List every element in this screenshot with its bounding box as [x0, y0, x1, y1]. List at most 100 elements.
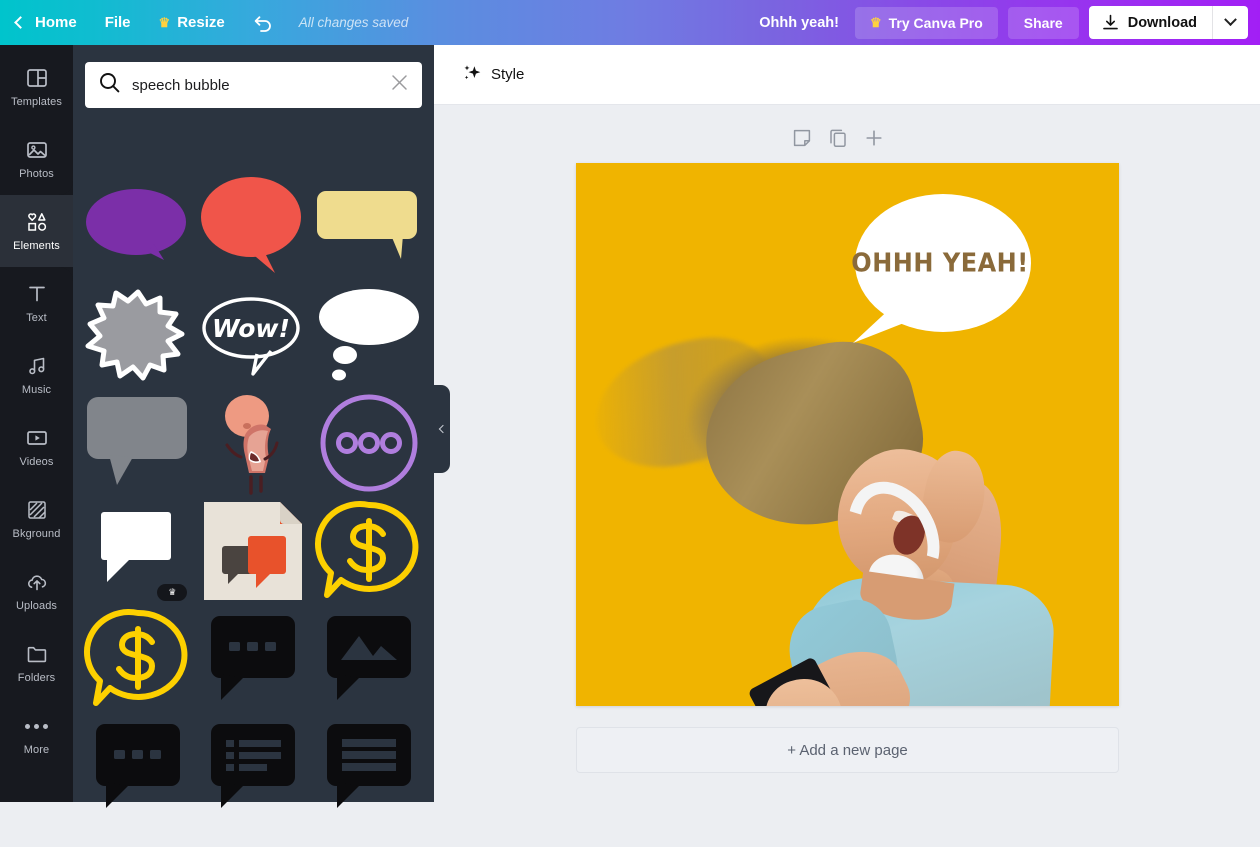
document-title[interactable]: Ohhh yeah! [759, 15, 839, 31]
chevron-left-icon [438, 424, 448, 434]
try-canva-pro-button[interactable]: ♛ Try Canva Pro [854, 6, 998, 39]
notes-icon[interactable] [792, 128, 812, 153]
share-button[interactable]: Share [1007, 6, 1079, 39]
element-yellow-dollar-speech-bubble[interactable] [314, 497, 422, 605]
sidebar-item-label: Folders [17, 672, 56, 684]
shapes-elements-icon [25, 210, 49, 234]
add-page-plus-icon[interactable] [864, 128, 884, 153]
sidebar-item-text[interactable]: Text [0, 267, 73, 339]
sidebar-item-label: Music [21, 384, 52, 396]
templates-grid-icon [25, 66, 49, 90]
download-arrow-icon [1102, 14, 1118, 30]
element-gray-starburst-speech-bubble[interactable] [85, 281, 191, 389]
save-status: All changes saved [298, 15, 409, 30]
elements-panel: Wow! ♛ speech bubble [73, 45, 434, 808]
sidebar-item-label: More [23, 744, 50, 756]
pro-label: Try Canva Pro [888, 14, 983, 31]
upload-cloud-icon [25, 570, 49, 594]
elements-results-grid[interactable]: Wow! ♛ [73, 155, 434, 847]
add-new-page-button[interactable]: + Add a new page [576, 727, 1119, 773]
sidebar-item-music[interactable]: Music [0, 339, 73, 411]
sidebar-item-more[interactable]: More [0, 699, 73, 771]
add-new-page-label: + Add a new page [787, 741, 908, 759]
search-input[interactable]: speech bubble [85, 62, 422, 108]
element-dark-image-chat-bubble[interactable] [316, 605, 422, 713]
search-input-value[interactable]: speech bubble [132, 77, 391, 94]
page-tools [434, 128, 1260, 153]
chevron-left-icon [14, 16, 27, 29]
element-red-round-bubble-partial[interactable] [85, 821, 191, 847]
top-toolbar-right: Ohhh yeah! ♛ Try Canva Pro Share Downloa… [759, 0, 1260, 45]
duplicate-page-icon[interactable] [828, 128, 848, 153]
top-toolbar: Home File ♛ Resize All changes saved Ohh… [0, 0, 1260, 45]
sidebar-item-elements[interactable]: Elements [0, 181, 73, 281]
element-dark-ellipsis-chat-bubble[interactable] [200, 605, 306, 713]
file-label: File [104, 14, 131, 31]
element-purple-circle-ellipsis-bubble[interactable] [316, 389, 422, 497]
element-dark-ellipsis-chat-bubble-2[interactable] [85, 713, 191, 821]
style-button[interactable]: Style [454, 57, 532, 93]
left-sidebar-rail: Templates Photos Elements Text Music Vid… [0, 45, 73, 802]
home-label: Home [35, 14, 77, 31]
element-wow-outline-speech-bubble[interactable]: Wow! [200, 281, 306, 389]
sidebar-item-videos[interactable]: Videos [0, 411, 73, 483]
download-group: Download [1088, 6, 1248, 39]
wow-label: Wow! [213, 314, 291, 343]
sidebar-item-label: Photos [19, 168, 54, 180]
text-t-icon [25, 282, 49, 306]
share-label: Share [1023, 14, 1063, 31]
download-options-button[interactable] [1212, 6, 1248, 39]
element-gray-rounded-speech-bubble[interactable] [85, 389, 191, 497]
design-page[interactable]: OHHH YEAH! [576, 163, 1119, 706]
chevron-down-icon [1224, 13, 1237, 27]
crown-icon: ♛ [158, 15, 171, 30]
crown-icon: ♛ [869, 15, 882, 30]
sidebar-item-folders[interactable]: Folders [0, 627, 73, 699]
element-bacon-character-illustration[interactable] [200, 389, 306, 497]
element-dark-list-chat-bubble[interactable] [200, 713, 306, 821]
search-icon [99, 72, 120, 98]
sidebar-item-label: Templates [10, 96, 63, 108]
element-yellow-rect-speech-bubble[interactable] [316, 173, 422, 281]
panel-collapse-handle[interactable] [434, 385, 450, 473]
clear-search-icon[interactable] [391, 74, 408, 96]
home-button[interactable]: Home [0, 0, 91, 45]
resize-label: Resize [177, 14, 225, 31]
sidebar-item-label: Bkground [12, 528, 61, 540]
resize-button[interactable]: ♛ Resize [145, 0, 239, 45]
video-play-icon [25, 426, 49, 450]
element-white-rect-bubble-partial[interactable] [200, 821, 306, 847]
object-toolbar: Style [434, 45, 1260, 105]
sidebar-item-label: Videos [19, 456, 54, 468]
pro-badge: ♛ [157, 584, 188, 601]
element-red-round-speech-bubble[interactable] [200, 173, 306, 281]
sparkle-magic-icon [462, 63, 482, 87]
photo-image-icon [25, 138, 49, 162]
element-dark-lines-chat-bubble[interactable] [316, 713, 422, 821]
sidebar-item-label: Text [26, 312, 47, 324]
element-purple-oval-speech-bubble[interactable] [85, 173, 191, 281]
search-bar-container: speech bubble [73, 45, 434, 108]
music-note-icon [25, 354, 49, 378]
undo-button[interactable] [239, 0, 287, 45]
file-menu-button[interactable]: File [91, 0, 145, 45]
ellipsis-icon [25, 714, 48, 738]
element-dark-bubble-partial[interactable] [316, 821, 422, 847]
top-toolbar-left: Home File ♛ Resize All changes saved [0, 0, 408, 45]
download-button[interactable]: Download [1089, 6, 1212, 39]
sidebar-item-label: Elements [13, 240, 60, 252]
sidebar-item-bkground[interactable]: Bkground [0, 483, 73, 555]
sidebar-item-templates[interactable]: Templates [0, 51, 73, 123]
canvas-area[interactable]: OHHH YEAH! + Add a new page [434, 105, 1260, 802]
element-white-square-speech-bubble[interactable]: ♛ [85, 497, 191, 605]
style-label: Style [491, 66, 525, 83]
element-yellow-dollar-speech-bubble-2[interactable] [84, 605, 191, 713]
undo-icon [254, 15, 271, 32]
sidebar-item-label: Uploads [15, 600, 58, 612]
element-paper-chat-bubbles-card[interactable] [200, 497, 306, 605]
sidebar-item-uploads[interactable]: Uploads [0, 555, 73, 627]
background-hatch-icon [25, 498, 49, 522]
canvas-bubble-text[interactable]: OHHH YEAH! [847, 188, 1033, 339]
download-label: Download [1127, 14, 1197, 31]
element-white-thought-bubble[interactable] [316, 281, 422, 389]
